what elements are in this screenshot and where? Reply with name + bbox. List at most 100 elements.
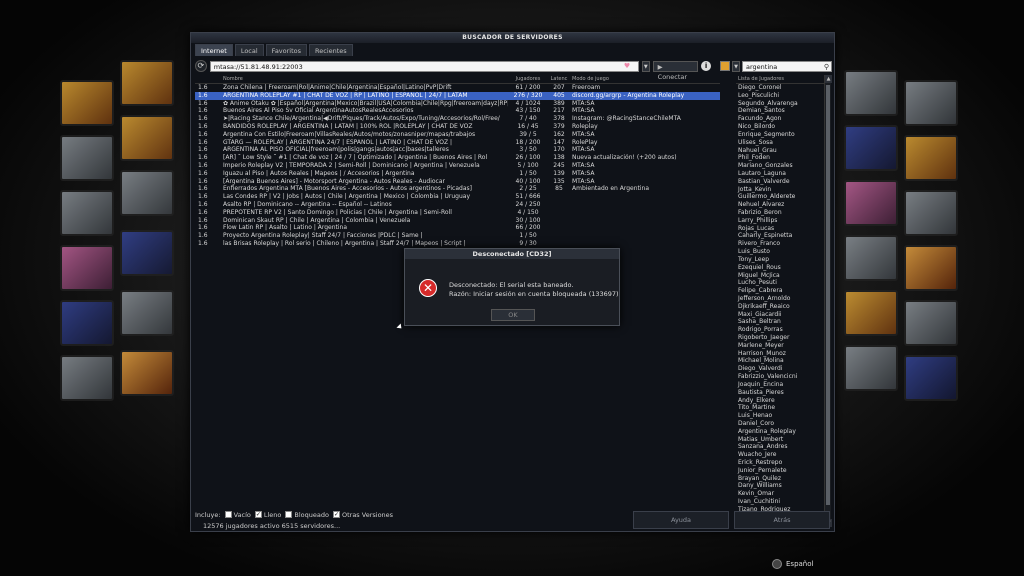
player-list-item[interactable]: Miguel_McJica — [736, 272, 824, 280]
tab-favorites[interactable]: Favoritos — [265, 44, 308, 56]
player-list-item[interactable]: Felipe_Cabrera — [736, 287, 824, 295]
language-selector[interactable]: Español — [772, 559, 813, 569]
player-list-item[interactable]: Tony_Leep — [736, 256, 824, 264]
server-row[interactable]: 1.6 BANDIDOS ROLEPLAY | ARGENTINA | LATAM… — [195, 123, 720, 131]
player-list-item[interactable]: Junior_Pernalete — [736, 467, 824, 475]
player-list-item[interactable]: Maxi_Giacardii — [736, 311, 824, 319]
player-list-item[interactable]: Larry_Phillips — [736, 217, 824, 225]
player-list-item[interactable]: Enrique_Segmento — [736, 131, 824, 139]
player-list-item[interactable]: Wuacho_Jere — [736, 451, 824, 459]
player-list-scrollbar[interactable]: ▲ ▼ — [824, 75, 832, 527]
player-list-item[interactable]: Jotta_Kevin — [736, 186, 824, 194]
player-list-item[interactable]: Andy_Elkere — [736, 397, 824, 405]
checkbox-box[interactable]: ✓ — [254, 511, 262, 518]
favorite-heart-icon[interactable]: ♥ — [624, 62, 632, 70]
player-list-item[interactable]: Guillermo_Alderete — [736, 193, 824, 201]
server-row[interactable]: 1.6 Buenos Aires Al Piso Sv Oficial Argen… — [195, 107, 720, 115]
player-list-item[interactable]: Sasha_Beltran — [736, 318, 824, 326]
player-list-item[interactable]: Brayan_Quilez — [736, 475, 824, 483]
player-list-item[interactable]: Lucho_Pesuti — [736, 279, 824, 287]
help-button[interactable]: Ayuda — [633, 511, 729, 529]
player-list-item[interactable]: Rivero_Franco — [736, 240, 824, 248]
player-list-item[interactable]: Caharly_Espinetta — [736, 232, 824, 240]
column-players[interactable]: Jugadores — [508, 75, 548, 83]
column-mode[interactable]: Modo de juego — [570, 75, 720, 83]
player-list-item[interactable]: Tito_Martine — [736, 404, 824, 412]
search-icon[interactable]: ⚲ — [824, 62, 829, 72]
checkbox-locked[interactable]: Bloqueado — [285, 511, 329, 519]
player-list-item[interactable]: Luis_Henao — [736, 412, 824, 420]
tab-recent[interactable]: Recientes — [309, 44, 353, 56]
server-row[interactable]: 1.6 PREPOTENTE RP V2 | Santo Domingo | Po… — [195, 209, 720, 217]
server-row[interactable]: 1.6 [Argentina Buenos Aires] - Motorsport… — [195, 178, 720, 186]
player-list-item[interactable]: Daniel_Coro — [736, 420, 824, 428]
player-list-item[interactable]: Rigoberto_Jaeger — [736, 334, 824, 342]
player-list-item[interactable]: Harrison_Munoz — [736, 350, 824, 358]
tab-internet[interactable]: Internet — [195, 44, 233, 56]
player-list-item[interactable]: Fabrizzio_Valencicni — [736, 373, 824, 381]
column-name[interactable]: Nombre — [223, 75, 508, 83]
player-list-item[interactable]: Bastian_Valverde — [736, 178, 824, 186]
player-list-item[interactable]: Djkrikaeff_Reaico — [736, 303, 824, 311]
checkbox-empty[interactable]: Vacío — [224, 511, 251, 519]
player-list-item[interactable]: Luis_Busto — [736, 248, 824, 256]
server-row[interactable]: 1.6 Proyecto Argentina Roleplay| Staff 24… — [195, 232, 720, 240]
player-list-item[interactable]: Michael_Molina — [736, 357, 824, 365]
checkbox-other-versions[interactable]: ✓ Otras Versiones — [332, 511, 393, 519]
player-list-item[interactable]: Leo_Pisculichi — [736, 92, 824, 100]
player-list-item[interactable]: Matias_Umbert — [736, 436, 824, 444]
player-list-item[interactable]: Fabrizio_Beron — [736, 209, 824, 217]
player-list-item[interactable]: Ivan_Cuchitini — [736, 498, 824, 506]
back-button[interactable]: Atrás — [734, 511, 830, 529]
server-row[interactable]: 1.6 Asalto RP | Dominicano -- Argentina -… — [195, 201, 720, 209]
info-icon[interactable]: i — [701, 61, 711, 71]
player-list-item[interactable]: Diego_Coronel — [736, 84, 824, 92]
player-list-item[interactable]: Marlene_Meyer — [736, 342, 824, 350]
address-dropdown-icon[interactable]: ▼ — [641, 60, 650, 72]
player-list-item[interactable]: Segundo_Alvarenga — [736, 100, 824, 108]
server-row[interactable]: 1.6 Argentina Con Estilo|Freeroam|VillasR… — [195, 131, 720, 139]
player-list-item[interactable]: Nico_Bilordo — [736, 123, 824, 131]
player-list-item[interactable]: Bautista_Pieres — [736, 389, 824, 397]
server-row[interactable]: 1.6 Dominican Skaut RP | Chile | Argentin… — [195, 217, 720, 225]
player-list-item[interactable]: Sanzana_Andres — [736, 443, 824, 451]
player-list-item[interactable]: Nehuel_Alvarez — [736, 201, 824, 209]
player-list-item[interactable]: Dany_Williams — [736, 482, 824, 490]
player-list-item[interactable]: Mariano_Gonzales — [736, 162, 824, 170]
refresh-icon[interactable]: ⟳ — [195, 60, 207, 72]
connect-button[interactable]: ▶ Conectar — [652, 60, 699, 81]
player-list-item[interactable]: Diego_Valverdi — [736, 365, 824, 373]
scroll-up-icon[interactable]: ▲ — [825, 75, 832, 83]
server-row[interactable]: 1.6 Imperio Roleplay V2 | TEMPORADA 2 | S… — [195, 162, 720, 170]
server-row[interactable]: 1.6 [AR] ˘ Low Style ˘ #1 | Chat de voz |… — [195, 154, 720, 162]
server-row[interactable]: 1.6 las Brisas Roleplay | Rol serio | Chi… — [195, 240, 720, 248]
checkbox-box[interactable] — [285, 511, 293, 518]
player-list-item[interactable]: Ezequiel_Rous — [736, 264, 824, 272]
scrollbar-thumb[interactable] — [826, 85, 830, 505]
server-row[interactable]: 1.6 ARGENTINA AL PISO OFICIAL|freeroam|po… — [195, 146, 720, 154]
player-list-item[interactable]: Argentina_Roleplay — [736, 428, 824, 436]
ok-button[interactable]: OK — [491, 309, 535, 321]
player-list-item[interactable]: Kevin_Omar — [736, 490, 824, 498]
address-input[interactable]: mtasa://51.81.48.91:22003 ♥ — [209, 60, 639, 72]
server-row[interactable]: 1.6 Enfierrados Argentina MTA [Buenos Air… — [195, 185, 720, 193]
server-row[interactable]: 1.6 Zona Chilena | Freeroam|Rol|Anime|Chi… — [195, 84, 720, 92]
server-row[interactable]: 1.6 ➤|Racing Stance Chile/Argentina|◀Drif… — [195, 115, 720, 123]
server-row[interactable]: 1.6 Flow Latin RP | Asalto | Latino | Arg… — [195, 224, 720, 232]
player-list-item[interactable]: Facundo_Agon — [736, 115, 824, 123]
checkbox-box[interactable]: ✓ — [332, 511, 340, 518]
search-filter-dropdown-icon[interactable]: ▼ — [732, 60, 740, 72]
column-ping[interactable]: Latenc — [548, 75, 570, 83]
player-list-item[interactable]: Erick_Restrepo — [736, 459, 824, 467]
player-list-item[interactable]: Phil_Foden — [736, 154, 824, 162]
tab-local[interactable]: Local — [234, 44, 264, 56]
player-list-item[interactable]: Ulises_Sosa — [736, 139, 824, 147]
server-row[interactable]: 1.6 GTARG — ROLEPLAY | ARGENTINA 24/7 | E… — [195, 139, 720, 147]
server-row[interactable]: 1.6 ARGENTINA ROLEPLAY #1 | CHAT DE VOZ |… — [195, 91, 720, 100]
server-row[interactable]: 1.6 Iguazu al Piso | Autos Reales | Mapeo… — [195, 170, 720, 178]
server-row[interactable]: 1.6 Las Condes RP | V2 | Jobs | Autos | C… — [195, 193, 720, 201]
player-list-item[interactable]: Demian_Santos — [736, 107, 824, 115]
player-list-item[interactable]: Nahuel_Grau — [736, 147, 824, 155]
player-list-item[interactable]: Joaquin_Encina — [736, 381, 824, 389]
player-list-item[interactable]: Rojas_Lucas — [736, 225, 824, 233]
